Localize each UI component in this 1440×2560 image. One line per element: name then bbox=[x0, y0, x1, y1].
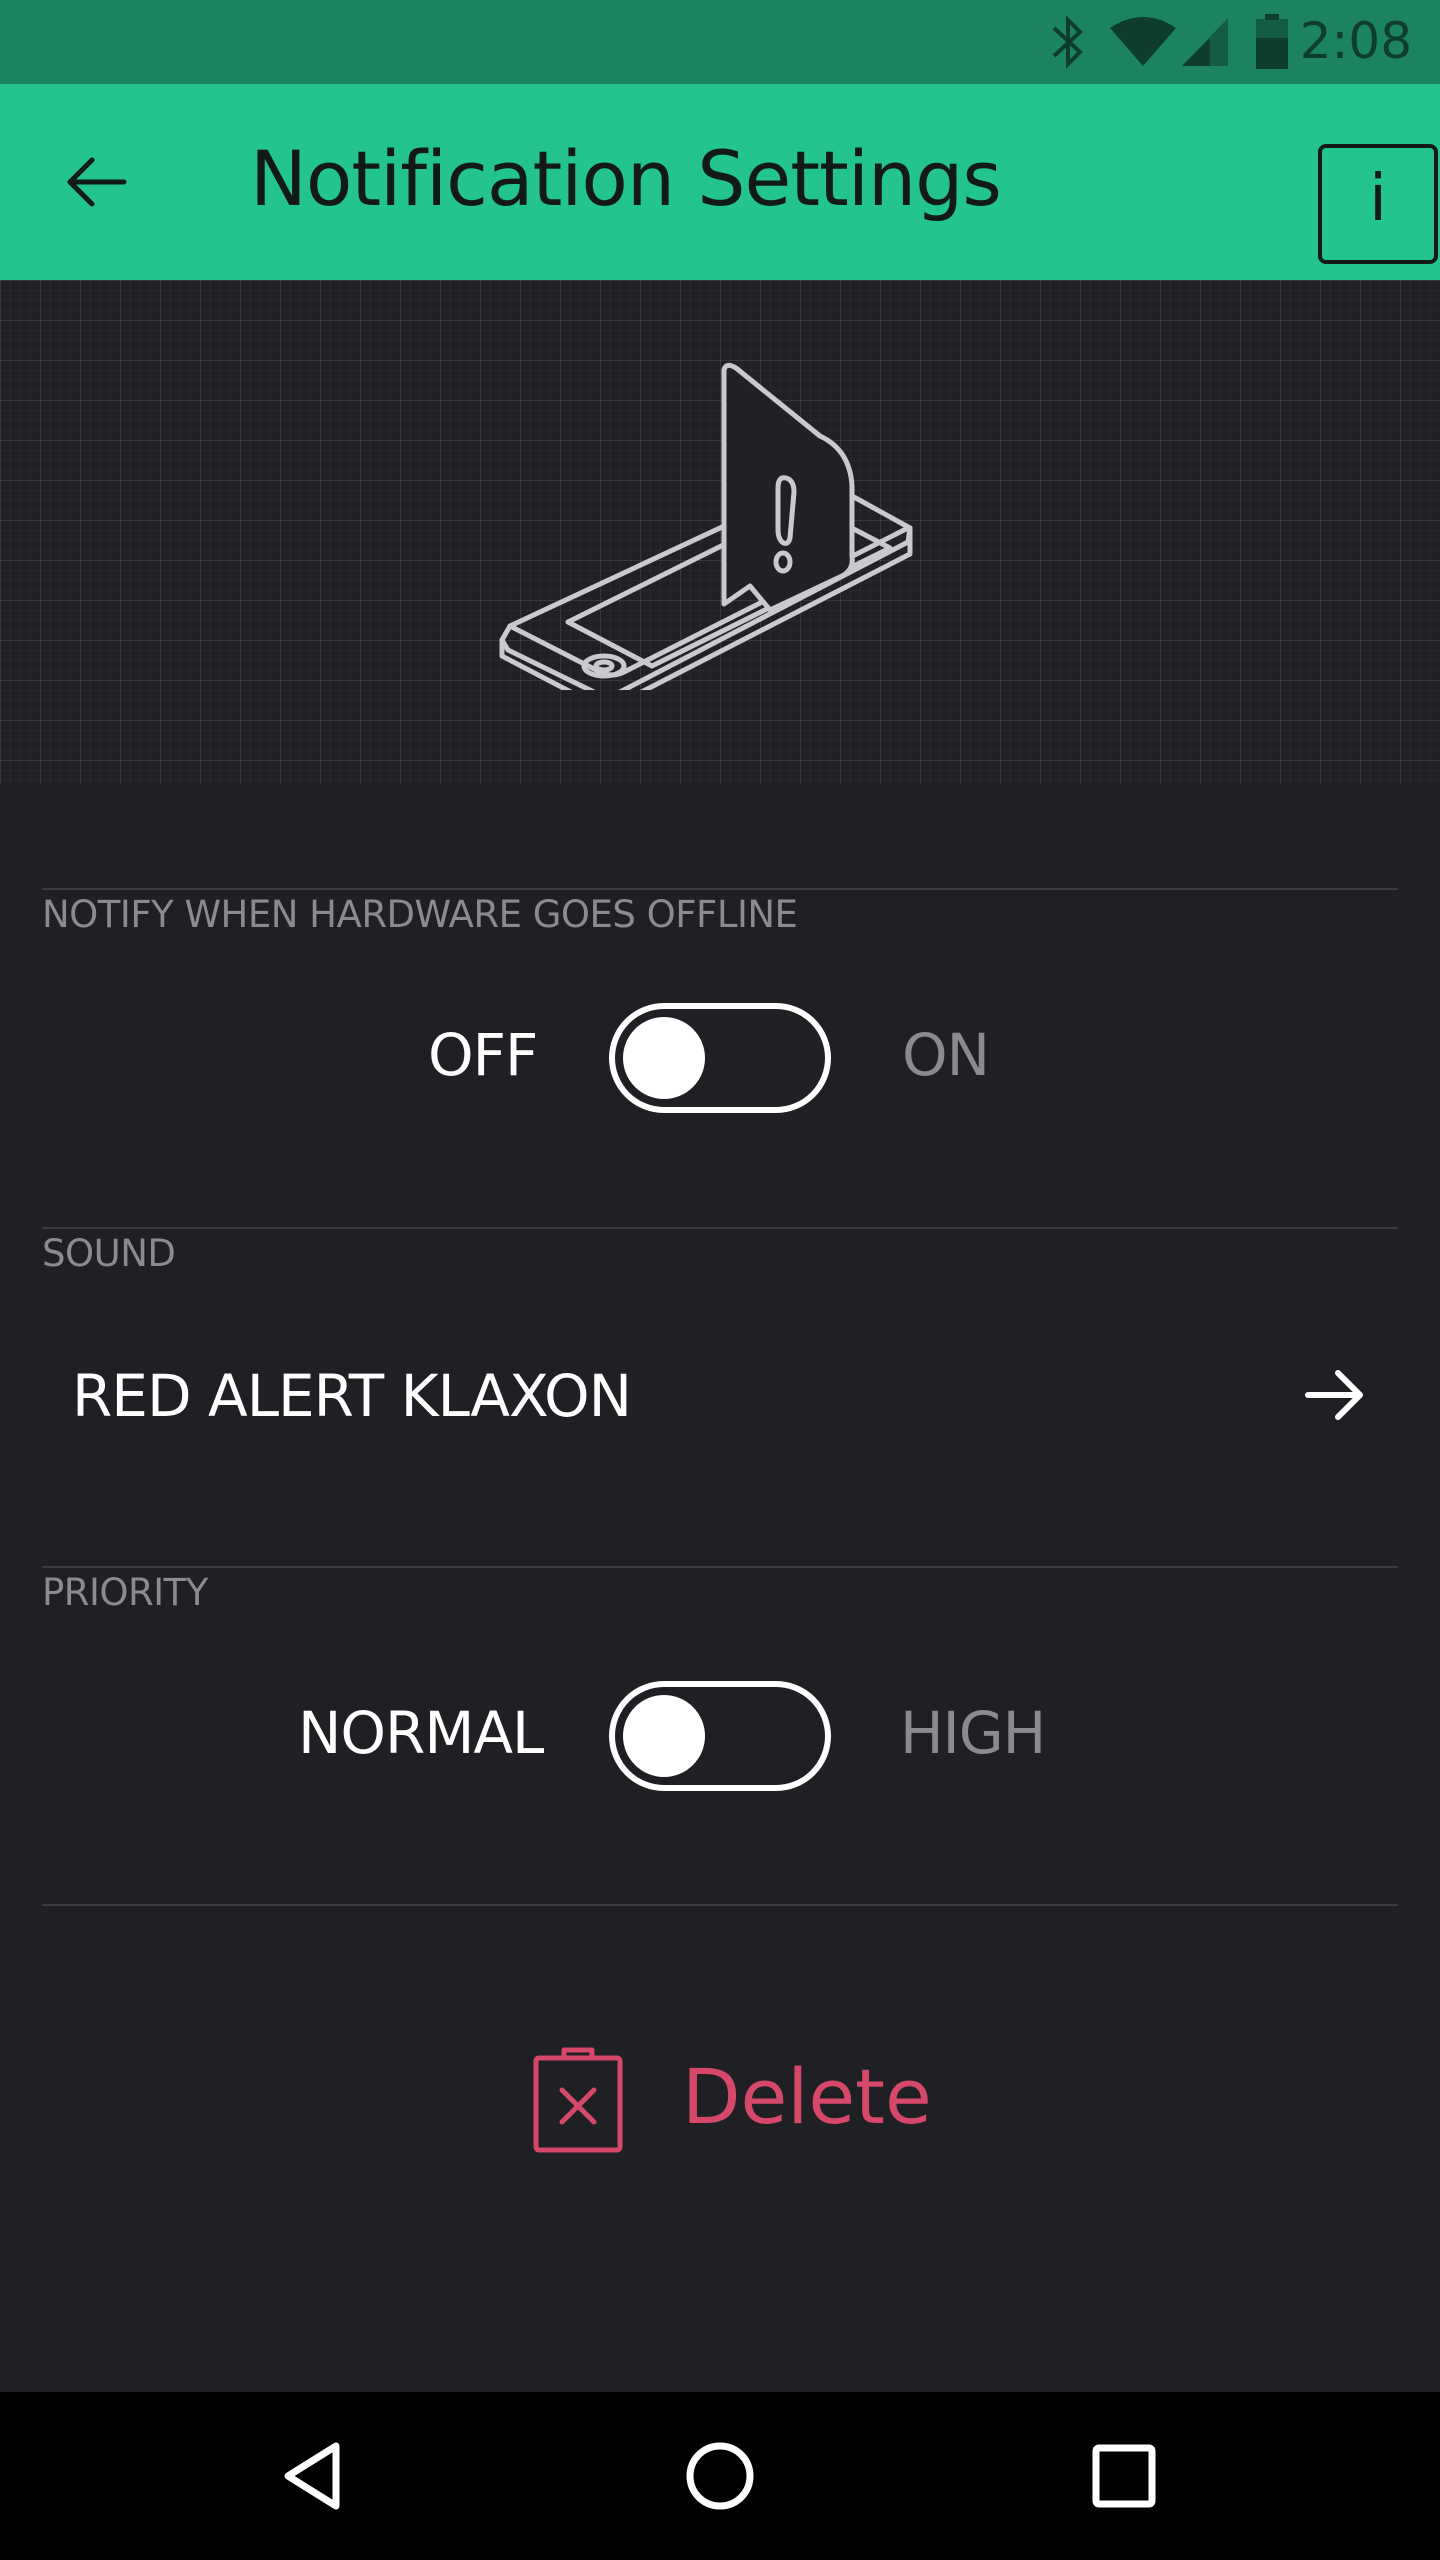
priority-toggle[interactable] bbox=[609, 1681, 831, 1791]
back-button[interactable] bbox=[58, 142, 138, 222]
offline-toggle[interactable] bbox=[609, 1003, 831, 1113]
divider bbox=[42, 888, 1398, 890]
info-icon: i bbox=[1369, 162, 1387, 236]
priority-normal-label[interactable]: NORMAL bbox=[298, 1699, 544, 1767]
sound-section-label: SOUND bbox=[42, 1232, 176, 1275]
system-nav-bar bbox=[0, 2392, 1440, 2560]
page-title: Notification Settings bbox=[250, 134, 1002, 223]
offline-on-label[interactable]: ON bbox=[902, 1021, 990, 1089]
app-bar: Notification Settings i bbox=[0, 84, 1440, 280]
battery-icon bbox=[1256, 14, 1288, 69]
bluetooth-icon bbox=[1052, 15, 1083, 69]
offline-section-label: NOTIFY WHEN HARDWARE GOES OFFLINE bbox=[42, 893, 798, 936]
offline-off-label[interactable]: OFF bbox=[428, 1021, 538, 1089]
delete-button[interactable]: Delete bbox=[530, 2040, 932, 2160]
priority-high-label[interactable]: HIGH bbox=[900, 1699, 1046, 1767]
arrow-left-icon bbox=[67, 157, 127, 207]
divider bbox=[42, 1566, 1398, 1568]
arrow-right-icon bbox=[1305, 1370, 1363, 1420]
phone-alert-icon bbox=[499, 362, 913, 690]
info-button[interactable]: i bbox=[1318, 144, 1438, 264]
priority-section-label: PRIORITY bbox=[42, 1571, 208, 1614]
trash-icon bbox=[533, 2047, 623, 2153]
status-time: 2:08 bbox=[1299, 12, 1412, 70]
home-circle-icon[interactable] bbox=[680, 2436, 760, 2516]
wifi-icon bbox=[1110, 17, 1176, 66]
back-triangle-icon[interactable] bbox=[276, 2436, 356, 2516]
status-bar: 2:08 bbox=[0, 0, 1440, 84]
hero-illustration bbox=[0, 280, 1440, 784]
divider bbox=[42, 1227, 1398, 1229]
toggle-knob bbox=[623, 1017, 705, 1099]
toggle-knob bbox=[623, 1695, 705, 1777]
sound-select-row[interactable]: RED ALERT KLAXON bbox=[0, 1320, 1440, 1470]
signal-icon bbox=[1182, 18, 1228, 66]
divider bbox=[42, 1904, 1398, 1906]
sound-value: RED ALERT KLAXON bbox=[72, 1362, 632, 1430]
recents-square-icon[interactable] bbox=[1084, 2436, 1164, 2516]
delete-label: Delete bbox=[682, 2052, 932, 2141]
